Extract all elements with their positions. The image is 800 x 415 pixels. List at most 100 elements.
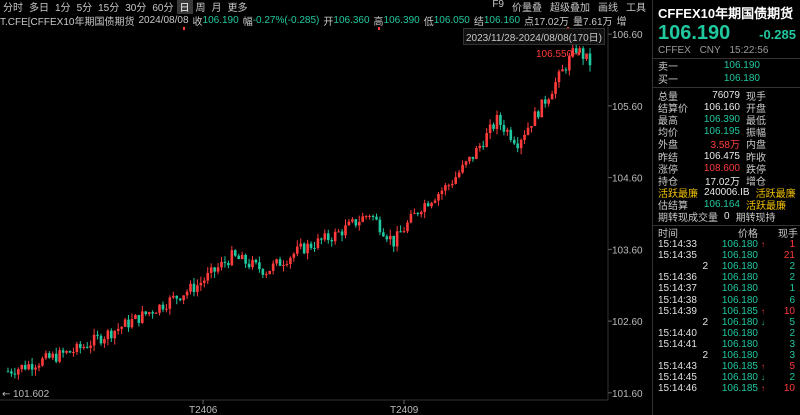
candle-body [406,222,409,232]
price-row: 106.190 -0.285 [653,22,800,45]
more-key: 增 [616,16,627,28]
candle-body [261,269,265,275]
candle-body [285,264,289,266]
change-value: -0.27%(-0.285) [252,14,320,26]
candle-body [340,231,344,236]
tick-qty: 2 [789,372,795,384]
bid-label: 买一 [658,75,678,86]
tick-direction-icon: ↓ [761,373,765,383]
candle-body [223,261,227,263]
candle-body [337,231,340,233]
change-key: 幅 [242,16,253,28]
candle-body [158,304,161,313]
y-tick-label: 102.60 [612,317,643,328]
candle-body [419,212,423,215]
candle-body [430,202,433,207]
candle-body [368,215,371,217]
candle-body [371,215,375,217]
period-tab-60min[interactable]: 60分 [149,0,176,14]
quote-time: 15:22:56 [729,45,769,56]
candle-body [523,134,526,140]
candle-body [61,350,65,353]
x-tick-label: T2409 [390,405,419,415]
candle-body [313,247,316,249]
candle-body [213,267,216,272]
tick-rows[interactable]: 15:14:33 106.180 ↑ 1 15:14:35 106.180 21 2 106.1… [653,239,800,394]
tick-price: 106.180 [721,261,758,273]
candle-body [588,53,592,66]
candle-body [220,261,223,268]
symbol-label: T.CFE[CFFEX10年期国债期货 [0,16,135,28]
candle-body [240,254,244,260]
ask-price: 106.190 [723,60,760,71]
candle-body [437,194,440,201]
date-range-label: 2023/11/28-2024/08/08(170日) [462,28,605,45]
candle-body [585,53,588,59]
candle-body [385,236,389,240]
candle-body [275,259,278,264]
candle-body [461,164,464,173]
tick-row: 15:14:35 106.180 21 [653,250,800,261]
candle-body [58,350,61,362]
candle-body [320,238,323,240]
candle-body [395,231,399,247]
candle-body [54,353,58,362]
stat-value: 0 [724,211,730,223]
tick-price: 106.180 [721,350,758,362]
tick-qty: 21 [783,250,795,262]
high-key: 高 [373,16,384,28]
candle-body [120,326,123,329]
candlestick-chart[interactable]: 106.60 105.60 104.60 103.60 102.60 101.60 T240… [0,27,650,415]
candle-body [264,274,268,276]
period-tab-day[interactable]: 日 [176,0,193,14]
candle-body [495,115,499,129]
tick-qty: 2 [789,261,795,273]
candle-body [416,212,420,215]
candle-body [37,365,41,368]
candle-body [399,231,402,233]
tick-row: 2 106.180 2 [653,261,800,272]
stat-value: 106.390 [703,113,740,125]
candle-body [530,126,533,128]
candle-body [547,99,550,104]
stat-value: 106.475 [703,150,740,162]
candle-body [199,282,203,286]
bid-ask-box: 卖一 106.190 买一 106.180 [653,58,800,86]
candle-body [433,200,437,203]
period-tab-month[interactable]: 月 [209,0,225,14]
candle-body [127,319,130,328]
candle-body [268,270,272,275]
tick-direction-icon: ↑ [761,240,765,250]
tick-header-time: 时间 [658,229,678,241]
candle-body [316,238,320,249]
candle-body [247,263,251,268]
tick-row: 15:14:33 106.180 ↑ 1 [653,239,800,250]
amount-key: 点 [524,16,535,28]
stat-value: 240006.IB [704,187,750,199]
tick-qty: 1 [789,239,795,251]
stat-key-2: 期转现持 [735,213,776,225]
candle-body [512,139,516,144]
candle-body [302,243,306,254]
currency-code: CNY [699,45,721,56]
candle-body [6,371,10,373]
candle-body [357,221,361,226]
candle-body [344,225,347,236]
candle-body [75,343,79,352]
tool-f9[interactable]: F9 [488,0,508,14]
candle-body [72,351,75,353]
candle-body [154,312,158,314]
open-value: 106.360 [333,14,370,26]
candle-body [516,143,519,149]
candle-body [79,343,82,349]
candle-body [110,330,113,339]
tick-row: 15:14:36 106.180 2 [653,272,800,283]
candle-body [426,203,430,207]
candle-body [444,185,447,191]
tick-header: 时间 价格 现手 [653,226,800,241]
candle-body [364,216,368,218]
candle-body [192,283,196,293]
candle-body [457,172,461,178]
candle-body [306,243,309,254]
candle-body [96,334,99,336]
